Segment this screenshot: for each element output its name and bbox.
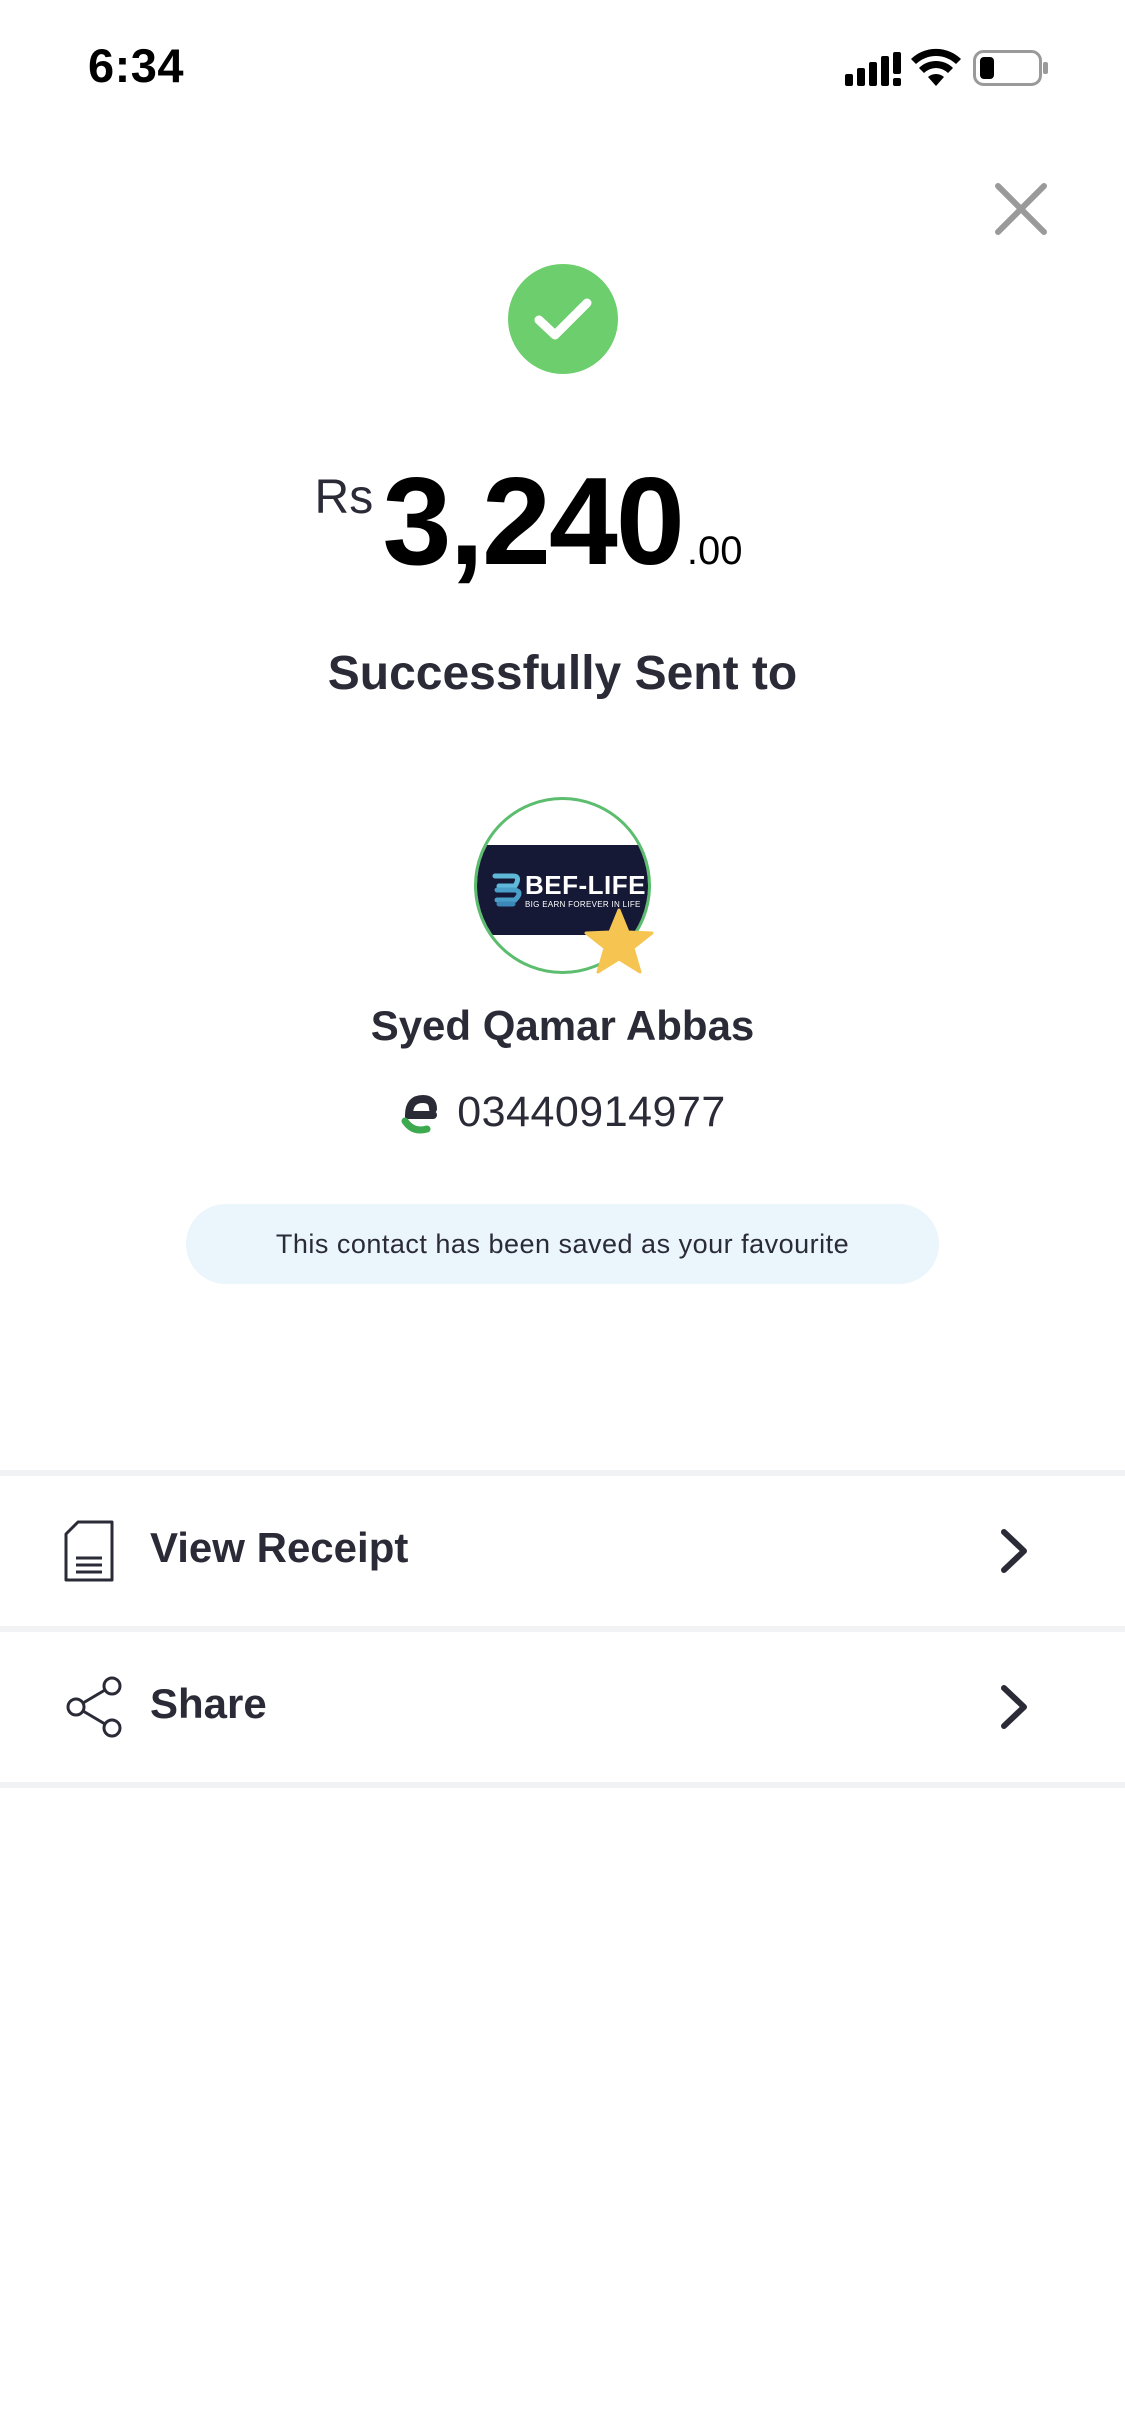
favourite-notice-text: This contact has been saved as your favo… <box>275 1228 850 1259</box>
wifi-icon <box>911 48 961 86</box>
avatar-logo-text: BEF-LIFE <box>525 870 646 900</box>
status-icons <box>845 48 1085 88</box>
check-circle-icon <box>508 264 618 374</box>
view-receipt-button[interactable]: View Receipt <box>0 1476 1125 1626</box>
checkmark-icon <box>534 298 592 340</box>
contact-name: Syed Qamar Abbas <box>370 1002 755 1049</box>
chevron-right-icon <box>1001 1685 1027 1729</box>
amount-value: 3,240 <box>382 453 685 591</box>
contact-number: 03440914977 <box>457 1088 726 1136</box>
close-icon[interactable] <box>990 178 1052 240</box>
amount-decimal: .00 <box>686 529 743 573</box>
divider <box>0 1782 1125 1788</box>
share-button[interactable]: Share <box>0 1632 1125 1782</box>
contact-number-row: 03440914977 <box>0 1088 1125 1137</box>
easypaisa-logo-icon <box>401 1094 438 1133</box>
receipt-icon <box>64 1520 114 1582</box>
status-bar: 6:34 <box>0 0 1125 140</box>
share-label: Share <box>150 1680 267 1727</box>
status-time: 6:34 <box>88 39 185 92</box>
favourite-notice: This contact has been saved as your favo… <box>186 1204 939 1284</box>
bef-life-logo-mark <box>492 873 522 907</box>
battery-icon <box>973 50 1048 86</box>
chevron-right-icon <box>1001 1529 1027 1573</box>
view-receipt-label: View Receipt <box>150 1524 409 1571</box>
star-icon <box>584 908 654 974</box>
share-icon <box>66 1676 122 1738</box>
signal-icon <box>845 52 901 86</box>
currency-label: Rs <box>314 471 374 524</box>
success-title: Successfully Sent to <box>327 647 798 700</box>
amount: Rs 3,240.00 <box>0 460 1125 584</box>
